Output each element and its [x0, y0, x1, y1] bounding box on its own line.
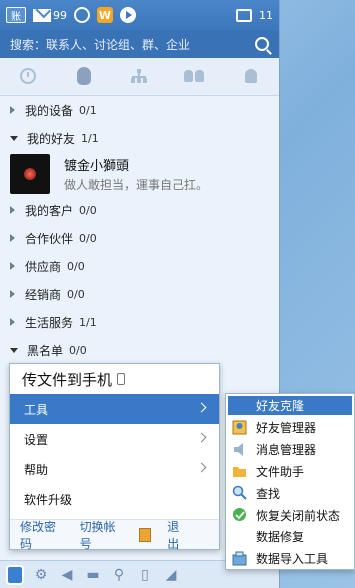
- expand-arrow-icon: [10, 206, 15, 214]
- menu-item-settings[interactable]: 设置: [10, 424, 219, 454]
- org-tree-icon: [130, 69, 148, 83]
- submenu-item-friend-manager[interactable]: 好友管理器: [226, 417, 354, 439]
- chevron-right-icon: [196, 462, 207, 473]
- panel-tabs: [0, 58, 279, 96]
- qq-logo-icon: [6, 564, 24, 585]
- search-icon[interactable]: [255, 37, 269, 51]
- search-input[interactable]: 搜索：联系人、讨论组、群、企业: [10, 36, 255, 53]
- top-toolbar: 账 99 W 11: [0, 0, 279, 30]
- expand-arrow-icon: [10, 234, 15, 242]
- mail-count: 99: [53, 8, 67, 22]
- expand-arrow-icon: [10, 290, 15, 298]
- submenu-item-data-import[interactable]: 数据导入工具: [226, 548, 354, 570]
- expand-arrow-icon: [10, 318, 15, 326]
- submenu-item-restore[interactable]: 恢复关闭前状态: [226, 504, 354, 526]
- person-icon: [245, 69, 258, 83]
- collapse-arrow-icon: [10, 135, 18, 141]
- chevron-right-icon: [196, 402, 207, 413]
- menu-item-tools[interactable]: 工具: [10, 394, 219, 424]
- menu-footer: 修改密码 切换帐号 退出: [10, 518, 219, 552]
- message-center-icon[interactable]: [236, 8, 252, 22]
- main-menu-button[interactable]: [6, 564, 24, 585]
- chevron-right-icon: [196, 432, 207, 443]
- group-row[interactable]: 生活服务 1/1: [0, 308, 279, 336]
- tab-organization[interactable]: [112, 57, 168, 95]
- tab-groups[interactable]: [167, 57, 223, 95]
- tab-contacts[interactable]: [223, 57, 279, 95]
- submenu-item-file-assistant[interactable]: 文件助手: [226, 461, 354, 483]
- weibo-icon[interactable]: W: [97, 7, 113, 23]
- submenu-item-find[interactable]: 查找: [226, 482, 354, 504]
- mail-button[interactable]: 99: [33, 8, 67, 22]
- folder-icon[interactable]: ▬: [84, 566, 102, 584]
- avatar: [10, 154, 50, 194]
- message-count: 11: [259, 8, 273, 22]
- folder-icon: [233, 466, 246, 477]
- submenu-item-data-repair[interactable]: 数据修复: [226, 526, 354, 548]
- change-password-link[interactable]: 修改密码: [20, 518, 64, 552]
- buddy-list: 我的设备 0/1 我的好友 1/1 镀金小獅頭 做人敢担当，運事自己扛。 我的客户 0…: [0, 96, 279, 364]
- account-icon[interactable]: 账: [6, 7, 26, 23]
- group-row[interactable]: 我的设备 0/1: [0, 96, 279, 124]
- clock-icon: [19, 68, 36, 84]
- menu-item-help[interactable]: 帮助: [10, 454, 219, 484]
- notification-icon[interactable]: ◢: [162, 566, 180, 584]
- phone-icon: [117, 373, 126, 385]
- search-icon[interactable]: ⚲: [110, 566, 128, 584]
- submenu-item-friend-clone[interactable]: 好友克隆: [228, 396, 352, 415]
- main-menu: 传文件到手机 工具 设置 帮助 软件升级 修改密码 切换帐号 退出: [9, 363, 220, 552]
- tab-friends[interactable]: [56, 57, 112, 95]
- group-row[interactable]: 供应商 0/0: [0, 252, 279, 280]
- contact-signature: 做人敢担当，運事自己扛。: [64, 178, 209, 192]
- speaker-icon[interactable]: ◀: [58, 566, 76, 584]
- group-row[interactable]: 经销商 0/0: [0, 280, 279, 308]
- cloud-icon[interactable]: [74, 7, 90, 23]
- play-icon[interactable]: [120, 7, 136, 23]
- gear-icon[interactable]: ⚙: [32, 566, 50, 584]
- exit-icon: [139, 527, 152, 542]
- collapse-arrow-icon: [10, 347, 18, 353]
- contact-item[interactable]: 镀金小獅頭 做人敢担当，運事自己扛。: [0, 152, 279, 196]
- search-icon: [232, 486, 247, 501]
- import-icon: [232, 551, 247, 566]
- group-row[interactable]: 我的好友 1/1: [0, 124, 279, 152]
- group-row[interactable]: 合作伙伴 0/0: [0, 224, 279, 252]
- menu-item-upgrade[interactable]: 软件升级: [10, 484, 219, 514]
- send-to-phone-item[interactable]: 传文件到手机: [10, 364, 219, 394]
- friend-manager-icon: [232, 420, 247, 435]
- contact-name: 镀金小獅頭: [64, 159, 130, 174]
- search-bar[interactable]: 搜索：联系人、讨论组、群、企业: [0, 30, 279, 58]
- restore-icon: [233, 508, 246, 522]
- penguin-icon: [76, 67, 91, 85]
- expand-arrow-icon: [10, 262, 15, 270]
- message-manager-icon: [234, 442, 243, 456]
- group-row[interactable]: 黑名单 0/0: [0, 336, 279, 364]
- tools-submenu: 好友克隆 好友管理器 消息管理器 文件助手 查找 恢复关闭前状态 数据修复 数据…: [225, 393, 355, 570]
- group-row[interactable]: 我的客户 0/0: [0, 196, 279, 224]
- switch-account-link[interactable]: 切换帐号: [80, 518, 124, 552]
- tab-recent[interactable]: [0, 57, 56, 95]
- group-icon: [184, 70, 206, 82]
- submenu-item-message-manager[interactable]: 消息管理器: [226, 439, 354, 461]
- mail-icon: [33, 8, 51, 22]
- phone-icon[interactable]: ▯: [136, 566, 154, 584]
- exit-button[interactable]: 退出: [139, 518, 203, 552]
- expand-arrow-icon: [10, 106, 15, 114]
